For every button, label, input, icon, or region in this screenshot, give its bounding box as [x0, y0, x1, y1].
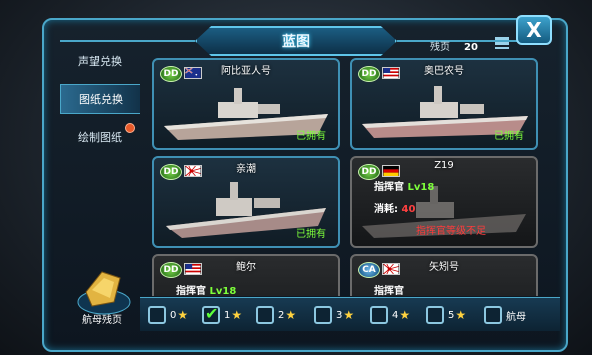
commander-label: 指挥官: [374, 182, 404, 193]
cost-requirement: 消耗: 40: [374, 200, 415, 215]
filter-carrier[interactable]: 航母: [484, 305, 526, 325]
commander-level: Lv18: [407, 182, 435, 193]
filter-label: 0: [170, 309, 177, 321]
filter-checkbox[interactable]: [314, 306, 332, 324]
blueprint-card[interactable]: DD 阿比亚人号 已拥有: [152, 58, 340, 150]
ship-name: 阿比亚人号: [221, 66, 271, 77]
carrier-fragment-label: 航母残页: [82, 315, 122, 326]
blueprint-card[interactable]: DD 鲍尔 指挥官 Lv18: [152, 254, 340, 296]
ship-name: Z19: [434, 160, 454, 171]
blueprint-card[interactable]: DD Z19 指挥官 Lv18 消耗: 40 指挥官等级不足: [350, 156, 538, 248]
panel-title: 蓝图: [195, 26, 397, 56]
filter-label: 1: [224, 309, 231, 321]
fragment-count-value: 20: [464, 42, 478, 53]
blueprint-card[interactable]: DD 亲潮 已拥有: [152, 156, 340, 248]
sidebar-item-label: 绘制图纸: [78, 131, 122, 144]
blueprint-grid: DD 阿比亚人号 已拥有 DD 奥巴农号 已拥有 DD 亲潮 已拥有 DD Z1…: [140, 56, 540, 296]
filter-checkbox[interactable]: [484, 306, 502, 324]
filter-0-star[interactable]: 0 ★: [148, 305, 188, 325]
filter-checkbox[interactable]: [148, 306, 166, 324]
level-warning: 指挥官等级不足: [416, 226, 486, 237]
close-icon: X: [526, 18, 542, 42]
owned-status: 已拥有: [494, 131, 524, 142]
star-icon: ★: [177, 308, 189, 322]
sidebar: 声望兑换 图纸兑换 绘制图纸: [46, 44, 140, 294]
filter-3-star[interactable]: 3 ★: [314, 305, 354, 325]
close-button[interactable]: X: [516, 15, 552, 45]
filter-label: 3: [336, 309, 343, 321]
filter-checkbox[interactable]: [426, 306, 444, 324]
commander-requirement: 指挥官 Lv18: [374, 178, 434, 193]
filter-4-star[interactable]: 4 ★: [370, 305, 410, 325]
filter-1-star[interactable]: 1★: [202, 304, 243, 325]
filter-checkbox[interactable]: [202, 304, 220, 324]
star-icon: ★: [455, 308, 467, 322]
sidebar-item-reputation-exchange[interactable]: 声望兑换: [60, 46, 140, 76]
sidebar-item-label: 图纸兑换: [79, 93, 123, 106]
star-icon: ★: [285, 308, 297, 322]
filter-label: 航母: [506, 311, 526, 323]
notification-dot-icon: [125, 123, 135, 133]
star-icon: ★: [231, 308, 243, 322]
sidebar-item-blueprint-exchange[interactable]: 图纸兑换: [60, 84, 140, 114]
blueprint-card[interactable]: CA 矢矧号 指挥官: [350, 254, 538, 296]
star-icon: ★: [399, 308, 411, 322]
filter-label: 2: [278, 309, 285, 321]
filter-5-star[interactable]: 5 ★: [426, 305, 466, 325]
filter-checkbox[interactable]: [370, 306, 388, 324]
ship-name: 奥巴农号: [424, 66, 464, 77]
filter-2-star[interactable]: 2 ★: [256, 305, 296, 325]
commander-label: 指挥官: [374, 286, 404, 296]
commander-requirement: 指挥官 Lv18: [176, 282, 236, 296]
sidebar-item-label: 声望兑换: [78, 55, 122, 68]
ship-name: 鲍尔: [236, 262, 256, 273]
fragment-count: 残页 20: [430, 38, 478, 53]
filter-label: 4: [392, 309, 399, 321]
filter-label: 5: [448, 309, 455, 321]
fragment-count-label: 残页: [430, 42, 450, 53]
filter-checkbox[interactable]: [256, 306, 274, 324]
cost-label: 消耗:: [374, 204, 398, 215]
cost-value: 40: [401, 204, 416, 215]
ship-name: 矢矧号: [429, 262, 459, 273]
commander-label: 指挥官: [176, 286, 206, 296]
commander-level: Lv18: [209, 286, 237, 296]
blueprint-card[interactable]: DD 奥巴农号 已拥有: [350, 58, 538, 150]
panel-title-text: 蓝图: [282, 34, 310, 50]
owned-status: 已拥有: [296, 131, 326, 142]
ship-name: 亲潮: [236, 164, 256, 175]
sort-icon[interactable]: [494, 36, 510, 50]
title-line-left: [60, 40, 195, 42]
owned-status: 已拥有: [296, 229, 326, 240]
star-icon: ★: [343, 308, 355, 322]
